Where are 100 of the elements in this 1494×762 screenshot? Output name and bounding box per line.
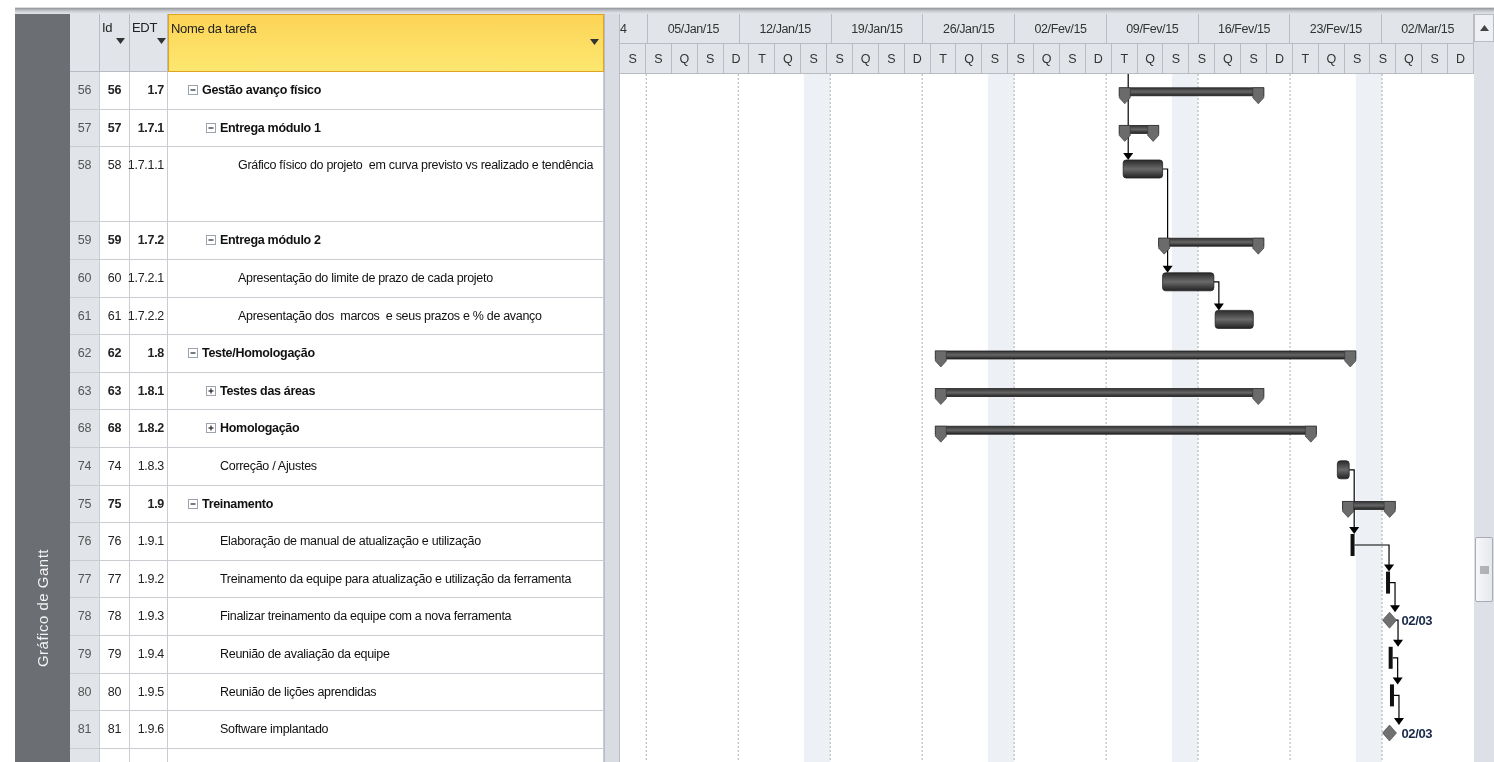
task-name: Entrega módulo 1 xyxy=(220,119,322,136)
wbs-cell: 1.7 xyxy=(130,72,168,110)
id-cell: 74 xyxy=(100,447,130,486)
column-header[interactable]: Nome da tarefa xyxy=(168,14,604,72)
row-number[interactable]: 62 xyxy=(70,335,100,373)
collapse-icon[interactable] xyxy=(188,85,198,95)
week-label: 26/Jan/15 xyxy=(923,14,1016,43)
dropdown-arrow-icon[interactable] xyxy=(590,39,599,45)
id-cell: 81 xyxy=(100,711,130,749)
row-number[interactable]: 60 xyxy=(70,259,100,298)
row-number[interactable]: 59 xyxy=(70,222,100,260)
link-arrow xyxy=(1393,694,1404,725)
row-number[interactable]: 80 xyxy=(70,673,100,712)
id-cell: 75 xyxy=(100,485,130,524)
wbs-cell: 1.9.2 xyxy=(130,560,168,599)
day-label: S xyxy=(1008,44,1034,73)
week-label: 12/Jan/15 xyxy=(739,14,832,43)
link-arrow xyxy=(1392,657,1403,685)
day-label: S xyxy=(1241,44,1267,73)
wbs-cell: 1.8.1 xyxy=(130,372,168,411)
day-label: Q xyxy=(1034,44,1060,73)
row-number[interactable]: 61 xyxy=(70,297,100,336)
id-cell: 68 xyxy=(100,410,130,448)
day-label: T xyxy=(749,44,776,73)
task-name: Reunião de lições aprendidas xyxy=(220,683,378,700)
day-label: S xyxy=(1422,44,1448,73)
row-number[interactable]: 76 xyxy=(70,523,100,561)
dropdown-arrow-icon[interactable] xyxy=(157,38,167,44)
wbs-cell: 1.9.5 xyxy=(130,673,168,712)
collapse-icon[interactable] xyxy=(188,348,198,359)
day-label: S xyxy=(878,44,905,73)
id-cell: 77 xyxy=(100,560,130,599)
row-number[interactable]: 77 xyxy=(70,560,100,599)
grip-icon xyxy=(1479,565,1489,574)
row-number[interactable]: 58 xyxy=(70,147,100,223)
task-name: Entrega módulo 2 xyxy=(220,232,322,249)
id-cell: 57 xyxy=(100,109,130,148)
wbs-cell: 1.9.6 xyxy=(130,711,168,749)
expand-icon[interactable] xyxy=(206,385,216,396)
day-label: Q xyxy=(775,44,802,73)
wbs-cell: 1.7.1.1 xyxy=(130,147,168,223)
row-number[interactable]: 56 xyxy=(70,72,100,110)
task-name: Homologação xyxy=(220,420,301,437)
milestone-date: 02/03 xyxy=(1401,726,1433,741)
day-label: Q xyxy=(852,44,879,73)
row-number[interactable]: 78 xyxy=(70,598,100,636)
wbs-cell: 1.7.2.2 xyxy=(130,297,168,336)
wbs-cell: 1.8.2 xyxy=(130,410,168,448)
row-number[interactable]: 81 xyxy=(70,711,100,749)
task-name: Reunião de avaliação da equipe xyxy=(220,645,391,662)
wbs-cell: 1.9.1 xyxy=(130,523,168,561)
day-label: S xyxy=(827,44,853,73)
wbs-cell: 1.8.3 xyxy=(130,447,168,486)
day-label: S xyxy=(1189,44,1216,73)
wbs-cell: 1.8 xyxy=(130,335,168,373)
id-cell: 76 xyxy=(100,523,130,561)
link-arrow xyxy=(1213,281,1224,311)
day-label: Q xyxy=(1318,44,1345,73)
task-name: Gestão avanço físico xyxy=(202,82,323,98)
link-arrow xyxy=(1389,582,1401,613)
row-number[interactable]: 79 xyxy=(70,635,100,674)
day-label: S xyxy=(1059,44,1086,73)
collapse-icon[interactable] xyxy=(206,235,216,246)
week-label: 02/Fev/15 xyxy=(1015,14,1107,43)
wbs-cell: 1.7.2.1 xyxy=(130,259,168,298)
day-label: S xyxy=(1344,44,1371,73)
column-header[interactable]: EDT xyxy=(130,14,168,72)
day-label: Q xyxy=(671,44,698,73)
day-label: D xyxy=(723,44,750,73)
day-label: S xyxy=(620,44,646,73)
day-label: S xyxy=(801,44,827,73)
row-number[interactable]: 63 xyxy=(70,372,100,411)
day-label: S xyxy=(1163,44,1190,73)
id-cell: 63 xyxy=(100,372,130,411)
scroll-up-button[interactable] xyxy=(1474,14,1494,42)
week-label: 4 xyxy=(620,14,648,43)
week-label: 09/Fev/15 xyxy=(1106,14,1199,43)
expand-icon[interactable] xyxy=(206,423,216,434)
task-bar xyxy=(1389,684,1394,707)
row-number[interactable]: 57 xyxy=(70,109,100,148)
day-label: D xyxy=(1448,44,1474,73)
day-label: D xyxy=(904,44,931,73)
task-name: Treinamento da equipe para atualização e utilização da ferramenta xyxy=(220,570,573,587)
wbs-cell: 1.9.4 xyxy=(130,635,168,674)
day-label: S xyxy=(982,44,1009,73)
row-number[interactable]: 74 xyxy=(70,447,100,486)
day-label: S xyxy=(645,44,672,73)
row-number[interactable]: 68 xyxy=(70,410,100,448)
column-header[interactable]: Id xyxy=(100,14,130,72)
link-arrow xyxy=(1348,469,1360,534)
week-label: 16/Fev/15 xyxy=(1198,14,1291,43)
task-bar xyxy=(1388,646,1393,669)
collapse-icon[interactable] xyxy=(206,122,216,133)
row-number[interactable]: 75 xyxy=(70,485,100,524)
id-cell: 56 xyxy=(100,72,130,110)
task-name: Software implantado xyxy=(220,721,330,738)
collapse-icon[interactable] xyxy=(188,498,198,509)
scrollbar-thumb[interactable] xyxy=(1475,537,1493,602)
day-label: D xyxy=(1085,44,1112,73)
dropdown-arrow-icon[interactable] xyxy=(116,38,125,44)
